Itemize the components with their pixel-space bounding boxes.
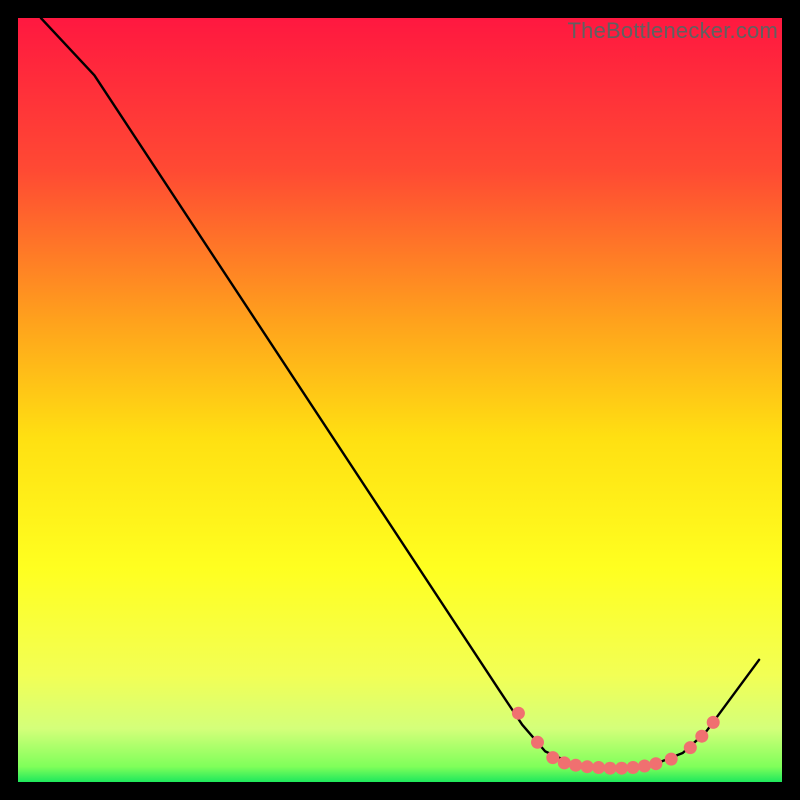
chart-frame: TheBottlenecker.com: [18, 18, 782, 782]
watermark-text: TheBottlenecker.com: [568, 18, 778, 44]
data-marker: [569, 759, 582, 772]
data-marker: [592, 761, 605, 774]
data-marker: [546, 751, 559, 764]
data-marker: [604, 762, 617, 775]
bottleneck-chart: [18, 18, 782, 782]
data-marker: [707, 716, 720, 729]
data-marker: [684, 741, 697, 754]
data-marker: [638, 760, 651, 773]
data-marker: [581, 760, 594, 773]
data-marker: [695, 730, 708, 743]
data-marker: [615, 762, 628, 775]
data-marker: [558, 756, 571, 769]
data-marker: [531, 736, 544, 749]
data-marker: [665, 753, 678, 766]
data-marker: [649, 757, 662, 770]
data-marker: [627, 761, 640, 774]
data-marker: [512, 707, 525, 720]
